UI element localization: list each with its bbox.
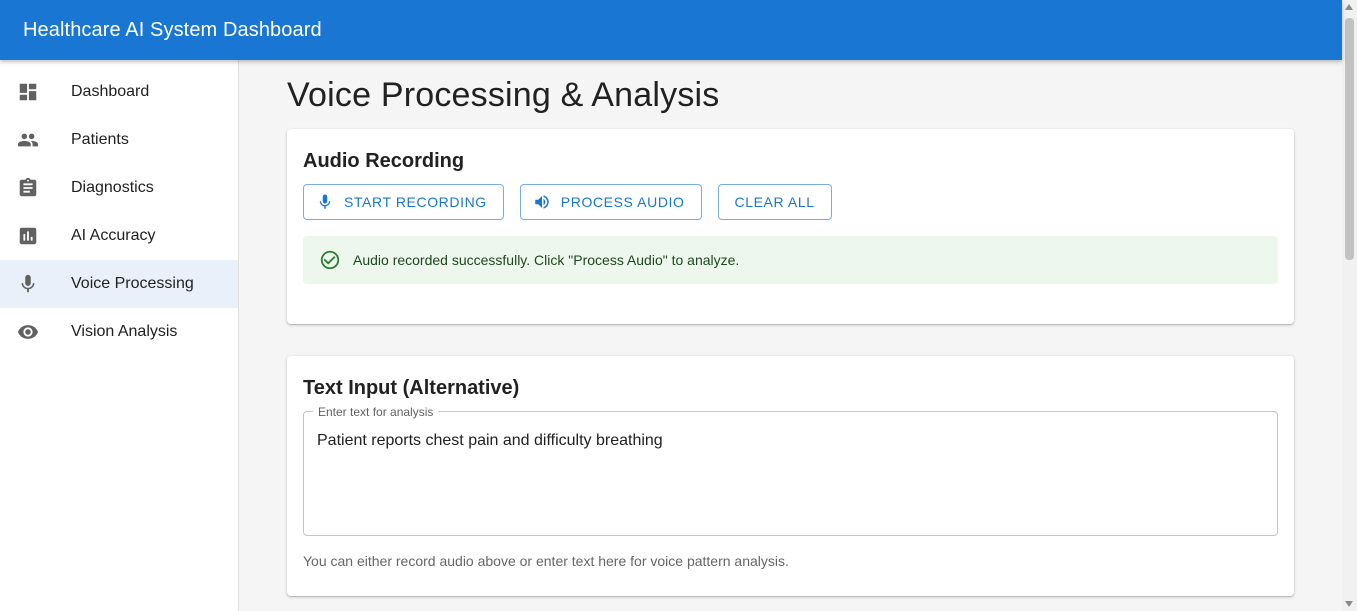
sidebar-item-vision-analysis[interactable]: Vision Analysis (0, 308, 238, 356)
button-label: START RECORDING (344, 194, 487, 210)
microphone-icon (16, 272, 40, 296)
card-title: Text Input (Alternative) (303, 377, 520, 399)
field-value: Patient reports chest pain and difficult… (317, 432, 663, 449)
sidebar-item-dashboard[interactable]: Dashboard (0, 68, 238, 116)
audio-recording-card: Audio Recording START RECORDING PROCESS … (287, 129, 1294, 324)
success-alert: Audio recorded successfully. Click "Proc… (303, 236, 1278, 284)
vertical-scrollbar[interactable] (1342, 0, 1357, 611)
button-label: CLEAR ALL (734, 194, 815, 210)
check-circle-icon (320, 250, 340, 270)
sidebar-item-label: Vision Analysis (71, 323, 178, 340)
sidebar-item-voice-processing[interactable]: Voice Processing (0, 260, 238, 308)
app-bar: Healthcare AI System Dashboard (0, 0, 1342, 60)
volume-icon (535, 195, 549, 209)
process-audio-button[interactable]: PROCESS AUDIO (519, 184, 702, 220)
eye-icon (16, 320, 40, 344)
sidebar-item-ai-accuracy[interactable]: AI Accuracy (0, 212, 238, 260)
button-row: START RECORDING PROCESS AUDIO CLEAR ALL (303, 184, 832, 220)
sidebar-item-patients[interactable]: Patients (0, 116, 238, 164)
scroll-down-icon[interactable] (1345, 601, 1353, 607)
scrollbar-thumb[interactable] (1345, 18, 1354, 260)
microphone-icon (319, 194, 331, 209)
main-content: Voice Processing & Analysis Audio Record… (240, 60, 1342, 611)
sidebar: Dashboard Patients Diagnostics AI Accura… (0, 60, 239, 611)
app-title: Healthcare AI System Dashboard (23, 18, 322, 41)
sidebar-item-label: Diagnostics (71, 179, 154, 196)
people-icon (16, 128, 40, 152)
alert-message: Audio recorded successfully. Click "Proc… (353, 252, 740, 268)
sidebar-item-label: Patients (71, 131, 129, 148)
sidebar-item-label: Voice Processing (71, 275, 194, 292)
helper-text: You can either record audio above or ent… (303, 553, 789, 569)
dashboard-icon (16, 80, 40, 104)
card-title: Audio Recording (303, 150, 465, 172)
clipboard-icon (16, 176, 40, 200)
field-label: Enter text for analysis (313, 405, 439, 419)
sidebar-item-label: Dashboard (71, 83, 150, 100)
start-recording-button[interactable]: START RECORDING (303, 184, 504, 220)
bar-chart-icon (16, 224, 40, 248)
button-label: PROCESS AUDIO (560, 194, 685, 210)
text-input-card: Text Input (Alternative) Enter text for … (287, 356, 1294, 596)
scroll-up-icon[interactable] (1345, 4, 1353, 10)
analysis-text-field[interactable]: Enter text for analysis Patient reports … (303, 405, 1278, 536)
page-title: Voice Processing & Analysis (287, 76, 720, 114)
sidebar-item-diagnostics[interactable]: Diagnostics (0, 164, 238, 212)
clear-all-button[interactable]: CLEAR ALL (717, 184, 832, 220)
sidebar-item-label: AI Accuracy (71, 227, 156, 244)
